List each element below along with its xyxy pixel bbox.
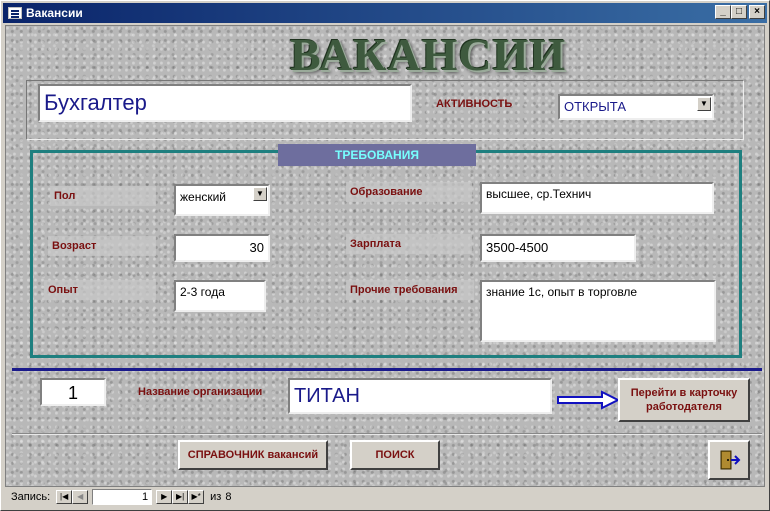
first-record-button[interactable]: |◀ <box>56 490 73 504</box>
vacancy-directory-button[interactable]: СПРАВОЧНИК вакансий <box>178 440 328 470</box>
vacancy-name-input[interactable]: Бухгалтер <box>38 84 412 122</box>
other-requirements-label: Прочие требования <box>346 280 474 300</box>
record-navigator: Запись: |◀ ◀ 1 ▶ ▶| ▶* из 8 <box>5 488 767 506</box>
search-button[interactable]: ПОИСК <box>350 440 440 470</box>
form-body: ВАКАНСИИ Бухгалтер АКТИВНОСТЬ ОТКРЫТА ▼ … <box>5 25 765 487</box>
exit-button[interactable] <box>708 440 750 480</box>
of-label: из <box>210 491 222 503</box>
arrow-right-icon <box>557 390 620 410</box>
education-label: Образование <box>346 182 472 202</box>
salary-input[interactable]: 3500-4500 <box>480 234 636 262</box>
record-label: Запись: <box>11 491 51 503</box>
last-record-button[interactable]: ▶| <box>172 490 189 504</box>
experience-label: Опыт <box>44 280 156 300</box>
chevron-down-icon[interactable]: ▼ <box>253 187 267 201</box>
next-record-button[interactable]: ▶ <box>156 490 173 504</box>
goto-employer-button[interactable]: Перейти в карточку работодателя <box>618 378 750 422</box>
activity-value: ОТКРЫТА <box>564 99 626 114</box>
activity-select[interactable]: ОТКРЫТА ▼ <box>558 94 714 120</box>
close-button[interactable]: × <box>749 5 765 19</box>
window-title: Вакансии <box>26 6 83 20</box>
current-record-input[interactable]: 1 <box>92 489 153 505</box>
experience-input[interactable]: 2-3 года <box>174 280 266 312</box>
title-bar[interactable]: Вакансии _ □ × <box>3 3 767 23</box>
education-input[interactable]: высшее, ср.Технич <box>480 182 714 214</box>
organization-label: Название организации <box>138 386 263 398</box>
vacancies-window: Вакансии _ □ × ВАКАНСИИ Бухгалтер АКТИВН… <box>0 0 770 511</box>
gender-select[interactable]: женский ▼ <box>174 184 270 216</box>
employer-id-input[interactable]: 1 <box>40 378 106 406</box>
total-records: 8 <box>225 491 232 503</box>
requirements-title: ТРЕБОВАНИЯ <box>278 144 476 166</box>
organization-input[interactable]: ТИТАН <box>288 378 552 414</box>
exit-door-icon <box>720 450 741 470</box>
age-input[interactable]: 30 <box>174 234 270 262</box>
minimize-button[interactable]: _ <box>715 5 731 19</box>
gender-value: женский <box>180 190 226 204</box>
salary-label: Зарплата <box>346 234 472 254</box>
bottom-divider <box>12 433 762 435</box>
window-controls: _ □ × <box>715 5 765 19</box>
activity-label: АКТИВНОСТЬ <box>436 98 513 110</box>
section-divider <box>12 368 762 371</box>
chevron-down-icon[interactable]: ▼ <box>697 97 711 111</box>
previous-record-button[interactable]: ◀ <box>72 490 89 504</box>
form-icon <box>8 7 22 19</box>
new-record-button[interactable]: ▶* <box>188 490 205 504</box>
other-requirements-input[interactable]: знание 1с, опыт в торговле <box>480 280 716 342</box>
maximize-button[interactable]: □ <box>731 5 747 19</box>
page-title: ВАКАНСИИ <box>290 29 567 80</box>
gender-label: Пол <box>50 186 156 206</box>
age-label: Возраст <box>48 236 156 256</box>
